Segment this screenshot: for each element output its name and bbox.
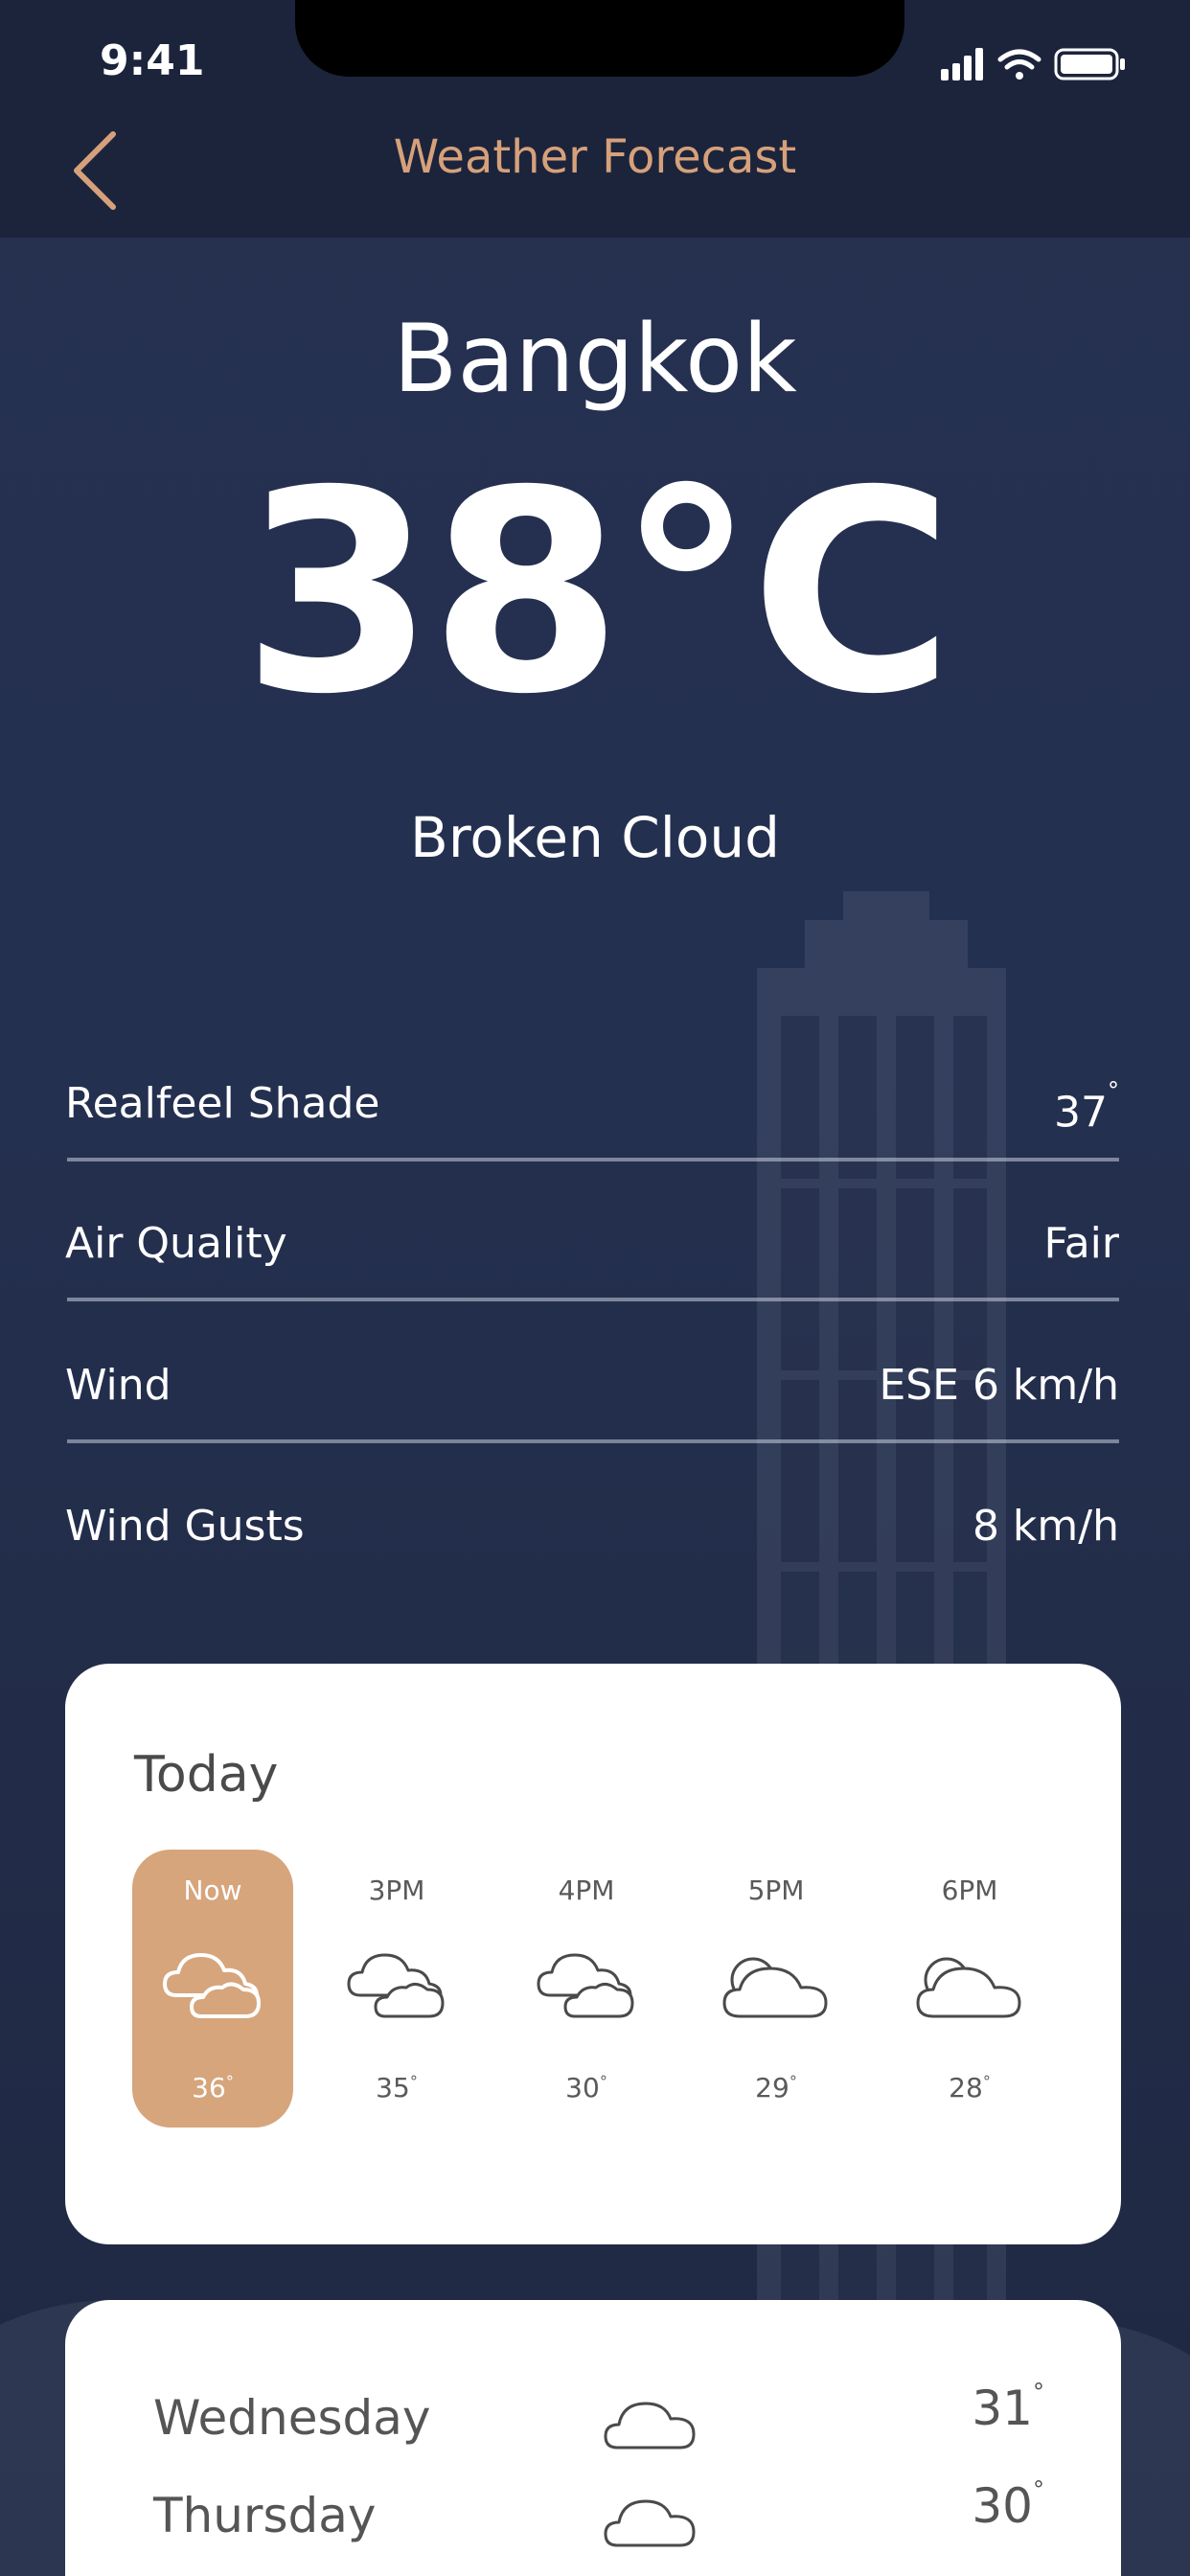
- hour-temp: 28°: [949, 2072, 991, 2104]
- page-title: Weather Forecast: [393, 130, 797, 184]
- cloud-icon: [604, 2402, 696, 2450]
- divider: [67, 1158, 1119, 1162]
- detail-row-wind: Wind ESE 6 km/h: [65, 1357, 1119, 1491]
- hour-item-3pm[interactable]: 3PM 35°: [316, 1850, 477, 2128]
- detail-row-wind-gusts: Wind Gusts 8 km/h: [65, 1498, 1119, 1632]
- hour-label: 4PM: [558, 1874, 615, 1906]
- hour-temp: 29°: [755, 2072, 797, 2104]
- hour-item-4pm[interactable]: 4PM 30°: [506, 1850, 667, 2128]
- partly-cloudy-icon: [916, 1957, 1021, 2018]
- day-name: Wednesday: [153, 2390, 431, 2446]
- hour-temp: 36°: [192, 2072, 234, 2104]
- signal-icon: [941, 48, 983, 80]
- status-icons: [941, 48, 1125, 80]
- detail-value: Fair: [1043, 1219, 1119, 1268]
- day-row-thursday[interactable]: Thursday 30°: [153, 2476, 1044, 2564]
- status-time: 9:41: [100, 36, 205, 85]
- wifi-icon: [997, 49, 1041, 80]
- cloudy-icon: [537, 1953, 634, 2018]
- hour-item-5pm[interactable]: 5PM 29°: [696, 1850, 857, 2128]
- divider: [67, 1439, 1119, 1443]
- device-notch: [295, 0, 904, 77]
- hour-temp: 30°: [565, 2072, 607, 2104]
- weekly-forecast-card: Wednesday 31° Thursday 30°: [65, 2300, 1121, 2576]
- today-forecast-card: Today Now 36° 3PM 35° 4PM 30° 5PM 29° 6P…: [65, 1664, 1121, 2244]
- detail-label: Air Quality: [65, 1219, 287, 1268]
- hour-label: 5PM: [747, 1874, 805, 1906]
- hour-item-6pm[interactable]: 6PM 28°: [889, 1850, 1050, 2128]
- day-temp: 31°: [972, 2379, 1044, 2436]
- weather-condition: Broken Cloud: [410, 805, 780, 870]
- cloudy-icon: [163, 1953, 261, 2018]
- detail-value: 37°: [1054, 1077, 1119, 1138]
- hour-temp: 35°: [376, 2072, 418, 2104]
- partly-cloudy-icon: [722, 1957, 828, 2018]
- weather-screen: 9:41 Weather Forecast Bangkok 38°C Broke…: [0, 0, 1190, 2576]
- detail-label: Realfeel Shade: [65, 1079, 380, 1128]
- detail-row-realfeel: Realfeel Shade 37°: [65, 1075, 1119, 1209]
- cloud-icon: [604, 2499, 696, 2547]
- cloudy-icon: [347, 1953, 445, 2018]
- detail-value: ESE 6 km/h: [879, 1361, 1119, 1410]
- hour-label: 6PM: [941, 1874, 998, 1906]
- day-temp: 30°: [972, 2476, 1044, 2534]
- hour-item-now[interactable]: Now 36°: [132, 1850, 293, 2128]
- current-temperature: 38°C: [0, 450, 1190, 738]
- day-row-wednesday[interactable]: Wednesday 31°: [153, 2379, 1044, 2467]
- battery-icon: [1054, 48, 1125, 80]
- city-name: Bangkok: [393, 305, 797, 414]
- temperature-value: 38: [241, 432, 623, 755]
- detail-row-air-quality: Air Quality Fair: [65, 1215, 1119, 1349]
- detail-label: Wind: [65, 1361, 172, 1410]
- day-name: Thursday: [153, 2488, 377, 2543]
- temperature-unit: °C: [616, 432, 954, 755]
- hour-label: 3PM: [368, 1874, 425, 1906]
- detail-label: Wind Gusts: [65, 1502, 305, 1551]
- divider: [67, 1298, 1119, 1301]
- today-title: Today: [134, 1746, 279, 1804]
- detail-value: 8 km/h: [972, 1502, 1119, 1551]
- hour-label: Now: [183, 1874, 242, 1906]
